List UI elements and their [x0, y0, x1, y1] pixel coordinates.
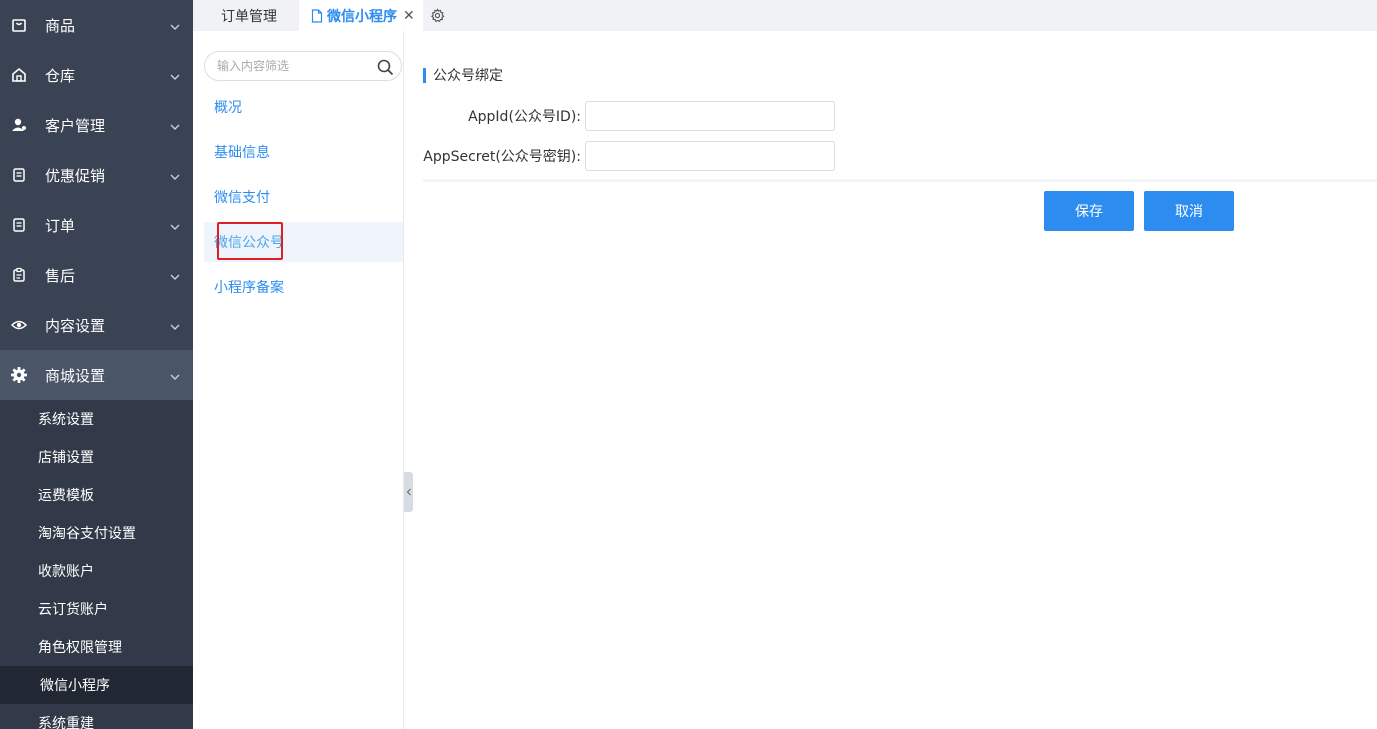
- main-content: 公众号绑定 AppId(公众号ID): AppSecret(公众号密钥): 保存…: [405, 31, 1377, 729]
- search-icon[interactable]: [375, 57, 395, 77]
- chevron-down-icon: [169, 19, 181, 31]
- filter-search-input[interactable]: [205, 59, 365, 73]
- sidebar-item-customers[interactable]: 客户管理: [0, 100, 193, 150]
- submenu-item-store-settings[interactable]: 店铺设置: [0, 438, 193, 476]
- tab-label: 微信小程序: [327, 8, 397, 25]
- clipboard-icon: [10, 266, 28, 284]
- gear-icon: [10, 366, 28, 384]
- sidebar-item-goods[interactable]: 商品: [0, 0, 193, 50]
- tab-order-management[interactable]: 订单管理: [193, 0, 299, 31]
- sidebar-item-label: 售后: [45, 266, 76, 285]
- list-icon: [10, 216, 28, 234]
- submenu-item-payment-settings[interactable]: 淘淘谷支付设置: [0, 514, 193, 552]
- submenu-item-cloud-order-account[interactable]: 云订货账户: [0, 590, 193, 628]
- secondary-nav-panel: 概况 基础信息 微信支付 微信公众号 小程序备案: [193, 31, 404, 729]
- sidebar-item-label: 仓库: [45, 66, 76, 85]
- submenu-item-system-settings[interactable]: 系统设置: [0, 400, 193, 438]
- chevron-down-icon: [169, 119, 181, 131]
- cancel-button[interactable]: 取消: [1144, 191, 1234, 231]
- submenu-item-wechat-miniprogram[interactable]: 微信小程序: [0, 666, 193, 704]
- sidebar-item-label: 内容设置: [45, 316, 106, 335]
- tab-label: 订单管理: [221, 8, 277, 25]
- chevron-down-icon: [169, 169, 181, 181]
- nav-item-wechat-official-account[interactable]: 微信公众号: [204, 222, 403, 262]
- document-icon: [311, 8, 323, 23]
- sidebar-item-label: 优惠促销: [45, 166, 106, 185]
- tab-settings-gear-icon[interactable]: [423, 0, 453, 31]
- warehouse-icon: [10, 66, 28, 84]
- sidebar-item-orders[interactable]: 订单: [0, 200, 193, 250]
- user-icon: [10, 116, 28, 134]
- appid-label: AppId(公众号ID):: [468, 109, 581, 125]
- sidebar-item-mall-settings[interactable]: 商城设置: [0, 350, 193, 400]
- tab-wechat-miniprogram[interactable]: 微信小程序 ✕: [299, 0, 423, 31]
- submenu-item-receiving-account[interactable]: 收款账户: [0, 552, 193, 590]
- nav-item-label: 微信支付: [214, 190, 270, 206]
- section-title: 公众号绑定: [423, 67, 503, 84]
- section-title-accent-bar: [423, 67, 426, 83]
- appid-input[interactable]: [585, 101, 835, 131]
- appsecret-input[interactable]: [585, 141, 835, 171]
- chevron-down-icon: [169, 319, 181, 331]
- nav-item-wechat-pay[interactable]: 微信支付: [204, 177, 403, 217]
- submenu-item-shipping-template[interactable]: 运费模板: [0, 476, 193, 514]
- nav-item-label: 微信公众号: [214, 235, 284, 251]
- mall-settings-submenu: 系统设置 店铺设置 运费模板 淘淘谷支付设置 收款账户 云订货账户 角色权限管理…: [0, 400, 193, 729]
- appsecret-form-row: AppSecret(公众号密钥):: [405, 141, 835, 171]
- sidebar-item-after-sales[interactable]: 售后: [0, 250, 193, 300]
- close-icon[interactable]: ✕: [403, 8, 415, 24]
- chevron-down-icon: [169, 269, 181, 281]
- form-divider: [423, 179, 1377, 182]
- chevron-down-icon: [169, 369, 181, 381]
- appid-form-row: AppId(公众号ID):: [405, 101, 835, 131]
- nav-item-miniprogram-filing[interactable]: 小程序备案: [204, 267, 403, 307]
- save-button[interactable]: 保存: [1044, 191, 1134, 231]
- section-title-text: 公众号绑定: [433, 68, 503, 84]
- appsecret-label: AppSecret(公众号密钥):: [423, 149, 581, 165]
- tab-bar: 订单管理 微信小程序 ✕: [193, 0, 1377, 31]
- nav-item-label: 小程序备案: [214, 280, 284, 296]
- submenu-item-system-rebuild[interactable]: 系统重建: [0, 704, 193, 729]
- sidebar-item-label: 商品: [45, 16, 76, 35]
- list-icon: [10, 166, 28, 184]
- sidebar-item-label: 商城设置: [45, 366, 106, 385]
- nav-item-overview[interactable]: 概况: [204, 87, 403, 127]
- sidebar-item-label: 订单: [45, 216, 76, 235]
- bag-icon: [10, 16, 28, 34]
- nav-item-basic-info[interactable]: 基础信息: [204, 132, 403, 172]
- sidebar-item-label: 客户管理: [45, 116, 106, 135]
- chevron-down-icon: [169, 69, 181, 81]
- sidebar-item-promotions[interactable]: 优惠促销: [0, 150, 193, 200]
- secondary-nav-list: 概况 基础信息 微信支付 微信公众号 小程序备案: [204, 87, 403, 312]
- nav-item-label: 基础信息: [214, 145, 270, 161]
- sidebar-item-warehouse[interactable]: 仓库: [0, 50, 193, 100]
- chevron-down-icon: [169, 219, 181, 231]
- nav-item-label: 概况: [214, 100, 242, 116]
- submenu-item-role-permissions[interactable]: 角色权限管理: [0, 628, 193, 666]
- sidebar: 商品 仓库 客户管理 优惠促销 订单 售后 内容设置 商城设置 系统设置 店铺设…: [0, 0, 193, 729]
- eye-icon: [10, 316, 28, 334]
- sidebar-item-content-settings[interactable]: 内容设置: [0, 300, 193, 350]
- filter-search-box: [204, 51, 402, 81]
